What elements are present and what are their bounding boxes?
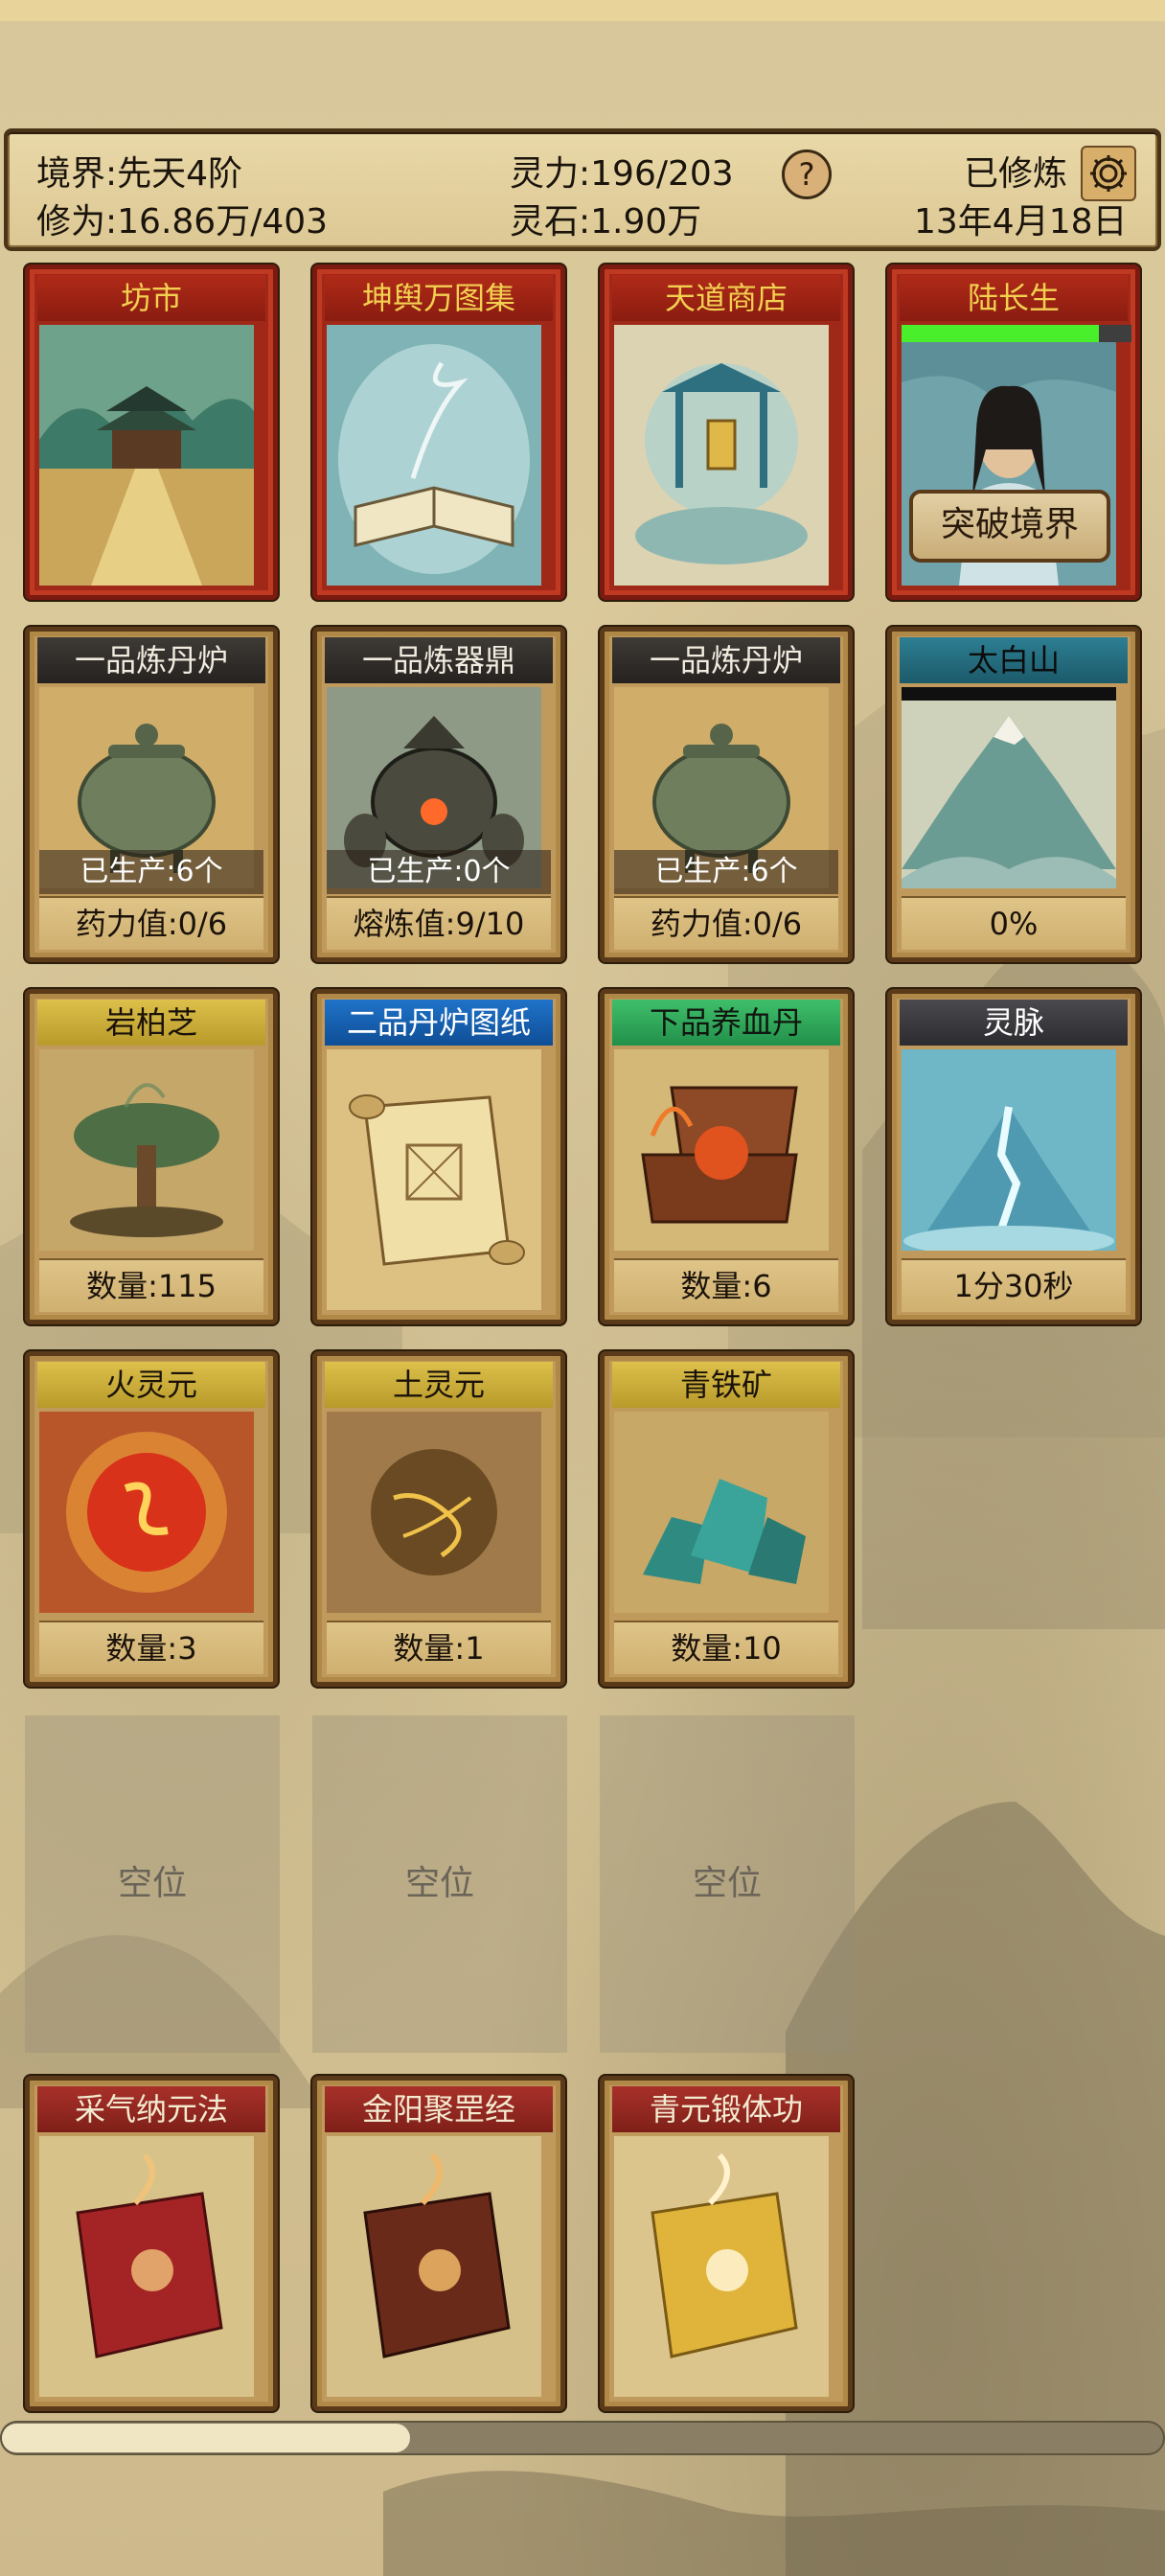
card-title: 岩柏芝 [37,1000,265,1046]
earth-spirit-card[interactable]: 土灵元 数量:1 [312,1351,565,1687]
game-date: 13年4月18日 [914,202,1128,242]
forging-cauldron-art: 已生产:0个 [327,687,551,894]
heaven-shop-card[interactable]: 天道商店 [600,264,853,600]
alchemy-furnace-art: 已生产:6个 [614,687,838,894]
technique-card-1[interactable]: 采气纳元法 [25,2076,278,2411]
card-title: 土灵元 [325,1362,553,1408]
card-footer: 数量:115 [39,1258,263,1312]
fire-spirit-card[interactable]: 火灵元 数量:3 [25,1351,278,1687]
card-title: 一品炼丹炉 [612,637,840,683]
alchemy-furnace-card-2[interactable]: 一品炼丹炉 已生产:6个 药力值:0/6 [600,627,853,962]
card-title: 太白山 [900,637,1128,683]
card-footer: 数量:6 [614,1258,838,1312]
card-footer: 药力值:0/6 [614,896,838,950]
card-title: 一品炼器鼎 [325,637,553,683]
empty-slot[interactable]: 空位 [600,1715,855,2053]
scrollbar-thumb[interactable] [2,2424,410,2452]
breakthrough-progress-bar [902,325,1131,342]
realm-text: 境界:先天4阶 [36,154,243,194]
gear-icon [1090,155,1127,192]
glowing-book-art [327,325,551,586]
spirit-power-text: 灵力:196/203 [510,154,734,194]
card-title: 采气纳元法 [37,2086,265,2132]
card-title: 坤舆万图集 [325,275,553,321]
card-footer: 数量:1 [327,1621,551,1674]
help-button[interactable]: ? [782,150,832,199]
status-header: 境界:先天4阶 修为:16.86万/403 灵力:196/203 灵石:1.90… [4,128,1161,251]
card-title: 下品养血丹 [612,1000,840,1046]
cultivation-text: 修为:16.86万/403 [36,202,329,242]
card-footer: 1分30秒 [902,1258,1126,1312]
card-title: 青元锻体功 [612,2086,840,2132]
empty-slot[interactable]: 空位 [312,1715,567,2053]
scroll-art [327,1049,551,1310]
card-title: 金阳聚罡经 [325,2086,553,2132]
gold-book-art [614,2136,838,2397]
card-title: 火灵元 [37,1362,265,1408]
card-title: 坊市 [37,275,265,321]
spirit-stones-text: 灵石:1.90万 [510,202,702,242]
mushroom-art [39,1049,263,1256]
spirit-vein-card[interactable]: 灵脉 1分30秒 [887,989,1140,1324]
ore-art [614,1412,838,1619]
card-footer: 药力值:0/6 [39,896,263,950]
blood-pill-card[interactable]: 下品养血丹 数量:6 [600,989,853,1324]
mountain-art [902,687,1126,894]
card-footer: 数量:10 [614,1621,838,1674]
technique-card-3[interactable]: 青元锻体功 [600,2076,853,2411]
pill-furnace-blueprint-card[interactable]: 二品丹炉图纸 [312,989,565,1324]
fire-orb-art [39,1412,263,1619]
card-footer: 数量:3 [39,1621,263,1674]
alchemy-furnace-card-1[interactable]: 一品炼丹炉 已生产:6个 药力值:0/6 [25,627,278,962]
card-footer: 熔炼值:9/10 [327,896,551,950]
card-title: 天道商店 [612,275,840,321]
card-title: 陆长生 [900,275,1128,321]
forging-cauldron-card[interactable]: 一品炼器鼎 已生产:0个 熔炼值:9/10 [312,627,565,962]
card-title: 二品丹炉图纸 [325,1000,553,1046]
shrine-art [614,325,838,586]
taibai-mountain-card[interactable]: 太白山 0% [887,627,1140,962]
produced-count: 已生产:6个 [39,850,263,894]
horizontal-scrollbar[interactable] [0,2421,1165,2455]
produced-count: 已生产:6个 [614,850,838,894]
empty-slot[interactable]: 空位 [25,1715,280,2053]
card-title: 青铁矿 [612,1362,840,1408]
market-pavilion-art [39,325,263,586]
produced-count: 已生产:0个 [327,850,551,894]
breakthrough-button[interactable]: 突破境界 [909,490,1110,563]
red-book-art [39,2136,263,2397]
character-card[interactable]: 陆长生 突破境界 [887,264,1140,600]
card-title: 一品炼丹炉 [37,637,265,683]
cultivation-status: 已修炼 [964,154,1068,194]
alchemy-furnace-art: 已生产:6个 [39,687,263,894]
earth-orb-art [327,1412,551,1619]
technique-card-2[interactable]: 金阳聚罡经 [312,2076,565,2411]
map-atlas-card[interactable]: 坤舆万图集 [312,264,565,600]
pill-box-art [614,1049,838,1256]
yanbaizhi-card[interactable]: 岩柏芝 数量:115 [25,989,278,1324]
market-card[interactable]: 坊市 [25,264,278,600]
progress-fill [902,325,1100,342]
spirit-vein-art [902,1049,1126,1256]
card-footer: 0% [902,896,1126,950]
brown-book-art [327,2136,551,2397]
card-title: 灵脉 [900,1000,1128,1046]
blue-iron-ore-card[interactable]: 青铁矿 数量:10 [600,1351,853,1687]
